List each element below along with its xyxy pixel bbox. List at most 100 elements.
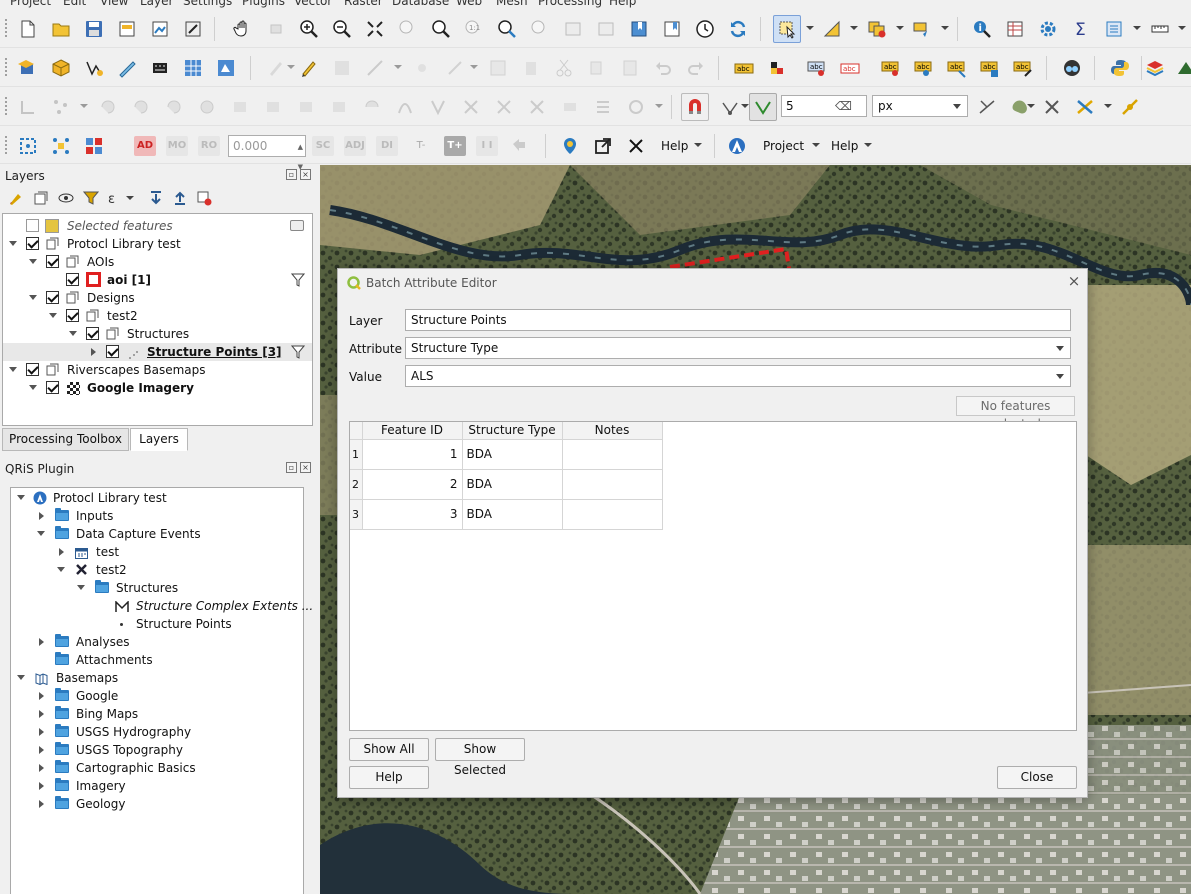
new-shapefile-layer-icon[interactable] <box>80 54 108 82</box>
pan-to-selection-icon[interactable] <box>262 15 290 43</box>
layer-row-designs[interactable]: Designs <box>3 289 312 307</box>
snapping-magnet-icon[interactable] <box>681 93 709 121</box>
rotate-feature-icon[interactable] <box>127 93 155 121</box>
new-bookmark-icon[interactable] <box>625 15 653 43</box>
table-row[interactable]: 3 3 BDA <box>350 499 663 530</box>
layer-checkbox[interactable] <box>46 291 59 304</box>
distance-chip[interactable]: DI <box>376 136 398 156</box>
settings-gear-icon[interactable] <box>1034 15 1062 43</box>
menu-help[interactable]: Help <box>609 0 636 8</box>
qris-row-structure-complex-extents[interactable]: Structure Complex Extents ... <box>11 597 313 615</box>
menu-web[interactable]: Web <box>456 0 482 8</box>
style-manager-icon[interactable] <box>179 15 207 43</box>
tracing-icon[interactable] <box>1071 93 1099 121</box>
move-feature-icon[interactable] <box>94 93 122 121</box>
filter-funnel-icon[interactable] <box>290 273 306 287</box>
edit-table-icon[interactable] <box>484 54 512 82</box>
layer-checkbox[interactable] <box>26 237 39 250</box>
label-properties-icon[interactable]: abc <box>976 54 1004 82</box>
collapse-arrow-icon[interactable] <box>9 367 17 372</box>
menu-mesh[interactable]: Mesh <box>496 0 528 8</box>
add-group-icon[interactable] <box>33 190 49 206</box>
layer-checkbox[interactable] <box>26 219 39 232</box>
toolbar-handle[interactable] <box>4 135 8 155</box>
open-project-icon[interactable] <box>47 15 75 43</box>
statistics-sum-icon[interactable]: Σ <box>1067 15 1095 43</box>
cut-features-icon[interactable] <box>550 54 578 82</box>
undo-icon[interactable] <box>649 54 677 82</box>
expand-arrow-icon[interactable] <box>39 746 44 754</box>
column-header-structure-type[interactable]: Structure Type <box>462 422 563 440</box>
expand-arrow-icon[interactable] <box>39 800 44 808</box>
float-dock-icon[interactable]: ▫ <box>286 462 297 473</box>
delete-ring-icon[interactable] <box>292 93 320 121</box>
cell-structure-type[interactable]: BDA <box>462 439 563 470</box>
reverse-line-icon[interactable] <box>424 93 452 121</box>
delete-part-icon[interactable] <box>325 93 353 121</box>
qris-row-usgs-topography[interactable]: USGS Topography <box>11 741 303 759</box>
layer-row-project-group[interactable]: Protocl Library test <box>3 235 312 253</box>
qris-row-structure-points[interactable]: Structure Points <box>11 615 303 633</box>
modify-chip[interactable]: MO <box>166 136 188 156</box>
change-label-icon[interactable]: abc <box>943 54 971 82</box>
tab-processing-toolbox[interactable]: Processing Toolbox <box>2 428 129 451</box>
open-field-calculator-icon[interactable] <box>1100 15 1128 43</box>
row-header[interactable]: 3 <box>350 499 363 530</box>
trim-minus-chip[interactable]: T- <box>410 136 432 156</box>
row-header[interactable]: 2 <box>350 469 363 500</box>
expand-arrow-icon[interactable] <box>39 692 44 700</box>
expand-arrow-icon[interactable] <box>59 548 64 556</box>
qris-logo-icon[interactable] <box>723 132 751 160</box>
menu-edit[interactable]: Edit <box>63 0 86 8</box>
menu-processing[interactable]: Processing <box>538 0 602 8</box>
show-selected-button[interactable]: Show Selected <box>435 738 525 777</box>
snapping-mode-icon[interactable] <box>716 93 744 121</box>
trim-extend-icon[interactable] <box>457 93 485 121</box>
close-x-icon[interactable] <box>622 132 650 160</box>
zoom-to-layer-icon[interactable] <box>427 15 455 43</box>
new-map-view-icon[interactable] <box>559 15 587 43</box>
collapse-arrow-icon[interactable] <box>29 295 37 300</box>
layer-checkbox[interactable] <box>106 345 119 358</box>
layer-checkbox[interactable] <box>66 309 79 322</box>
qris-row-bing-maps[interactable]: Bing Maps <box>11 705 303 723</box>
help-button[interactable]: Help <box>349 766 429 789</box>
zoom-native-icon[interactable]: 1:1 <box>460 15 488 43</box>
layer-row-aois[interactable]: AOIs <box>3 253 312 271</box>
qris-row-analyses[interactable]: Analyses <box>11 633 303 651</box>
filter-funnel-icon[interactable] <box>290 345 306 359</box>
offset-curve-icon[interactable] <box>391 93 419 121</box>
collapse-arrow-icon[interactable] <box>17 675 25 680</box>
layer-checkbox[interactable] <box>66 273 79 286</box>
fill-ring-icon[interactable] <box>259 93 287 121</box>
qris-row-test[interactable]: test <box>11 543 303 561</box>
help-menu-1[interactable]: Help <box>661 139 688 153</box>
close-dock-icon[interactable]: × <box>300 169 311 180</box>
show-hide-labels-icon[interactable]: abc <box>803 54 831 82</box>
pin-labels-icon[interactable] <box>763 54 791 82</box>
expand-arrow-icon[interactable] <box>39 638 44 646</box>
menu-settings[interactable]: Settings <box>183 0 232 8</box>
rotate-label-icon[interactable]: abc <box>910 54 938 82</box>
digitize-points-icon[interactable] <box>47 93 75 121</box>
snapping-advanced-icon[interactable] <box>1116 93 1144 121</box>
show-all-button[interactable]: Show All <box>349 738 429 761</box>
zoom-out-icon[interactable] <box>328 15 356 43</box>
adjust-chip[interactable]: ADJ <box>344 136 366 156</box>
undo-arrow-icon[interactable] <box>506 132 534 160</box>
menu-view[interactable]: View <box>100 0 128 8</box>
refresh-icon[interactable] <box>724 15 752 43</box>
dialog-close-icon[interactable]: × <box>1067 274 1081 289</box>
qris-row-data-capture-events[interactable]: Data Capture Events <box>11 525 303 543</box>
offset-spinbox[interactable]: 0.000 ▲ ▼ <box>228 135 306 171</box>
map-pin-plugin-icon[interactable] <box>556 132 584 160</box>
collapse-arrow-icon[interactable] <box>57 567 65 572</box>
cell-structure-type[interactable]: BDA <box>462 499 563 530</box>
expand-arrow-icon[interactable] <box>39 710 44 718</box>
measure-line-icon[interactable] <box>1146 15 1174 43</box>
copy-features-icon[interactable] <box>583 54 611 82</box>
layer-checkbox[interactable] <box>26 363 39 376</box>
save-edits-icon[interactable] <box>328 54 356 82</box>
attribute-select[interactable]: Structure Type <box>405 337 1071 359</box>
value-select[interactable]: ALS <box>405 365 1071 387</box>
